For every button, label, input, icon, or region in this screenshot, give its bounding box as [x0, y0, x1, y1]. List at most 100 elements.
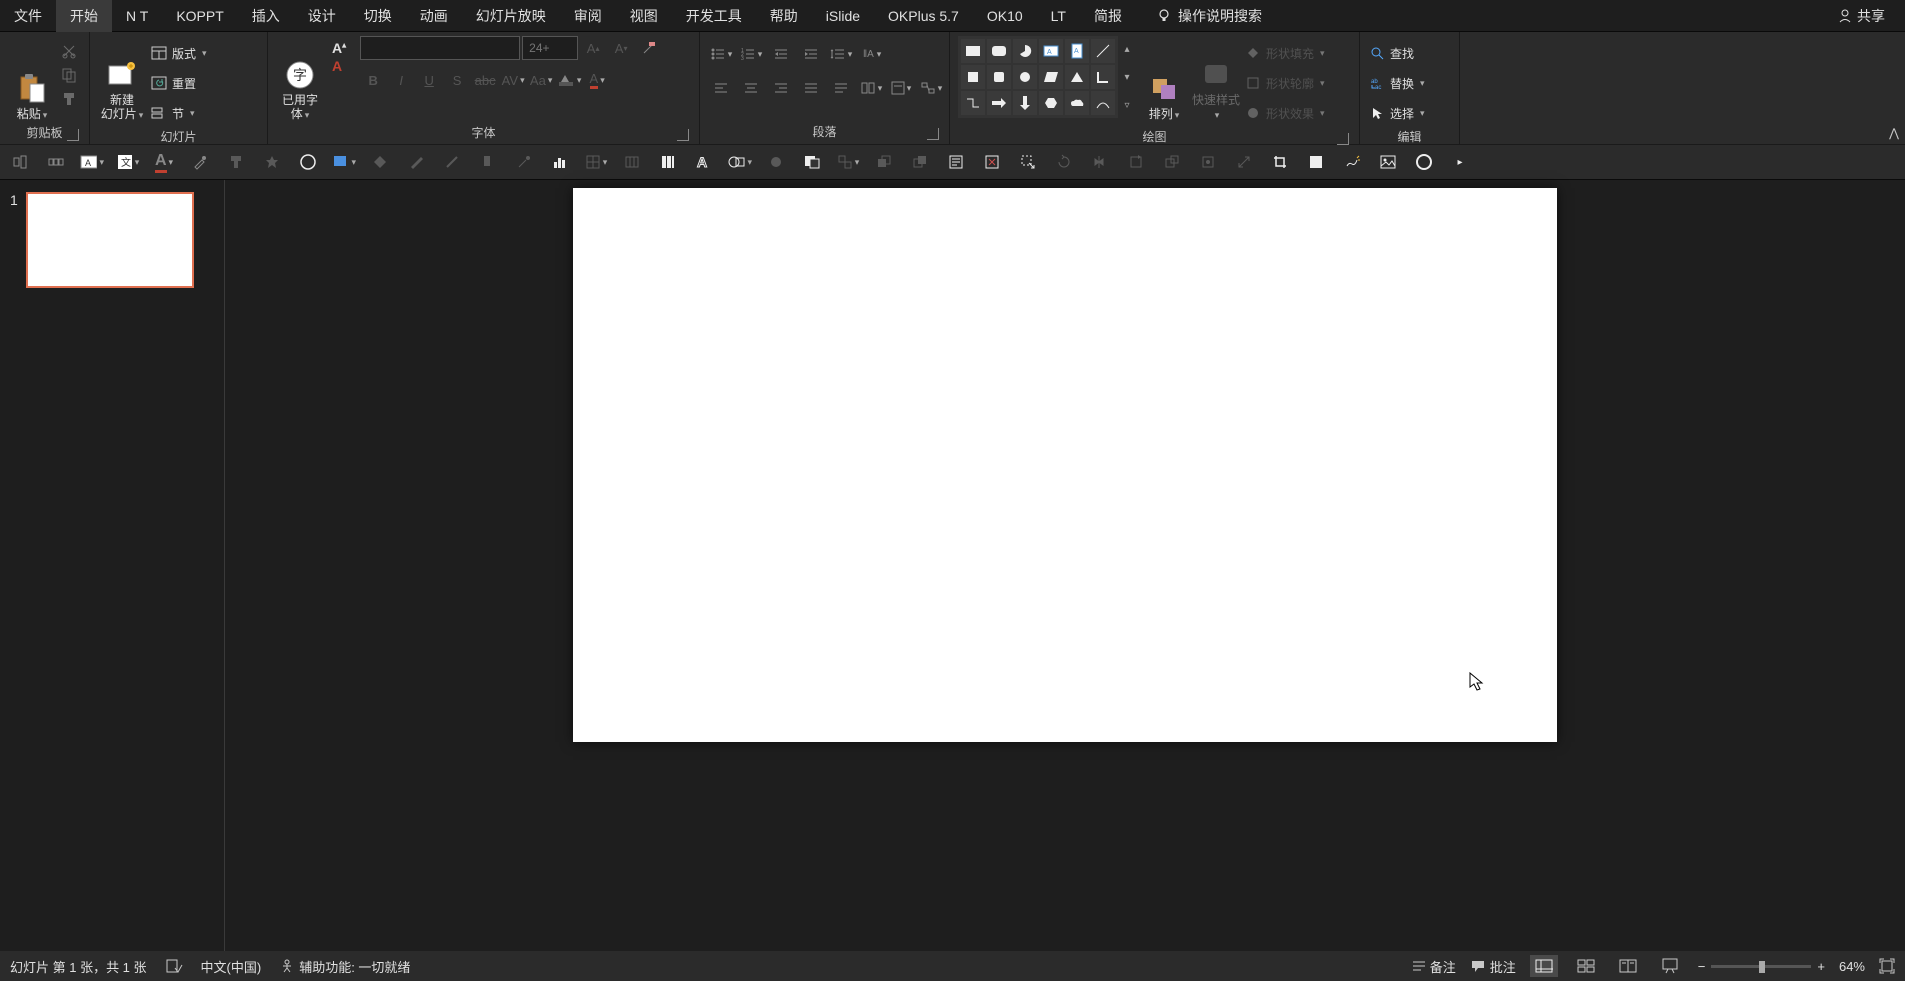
shape-fill-button[interactable]: 形状填充▾ — [1244, 40, 1325, 66]
qat-grid-button[interactable] — [620, 150, 644, 174]
find-button[interactable]: 查找 — [1368, 40, 1414, 66]
qat-rotatecw-button[interactable] — [1124, 150, 1148, 174]
qat-star-button[interactable] — [260, 150, 284, 174]
qat-wordart-button[interactable]: A — [692, 150, 716, 174]
shadow-button[interactable]: S — [444, 68, 470, 92]
collapse-ribbon-button[interactable]: ⋀ — [1889, 126, 1899, 140]
align-right-button[interactable] — [768, 76, 794, 100]
line-spacing-button[interactable]: ▾ — [828, 42, 854, 66]
arrange-button[interactable]: 排列▾ — [1140, 36, 1188, 122]
tab-design[interactable]: 设计 — [294, 0, 350, 32]
shape-line-icon[interactable] — [1091, 39, 1115, 63]
format-painter-button[interactable] — [60, 90, 78, 108]
scroll-expand-icon[interactable]: ▿ — [1118, 92, 1136, 118]
qat-magic-button[interactable] — [1340, 150, 1364, 174]
change-case-button[interactable]: Aa▾ — [528, 68, 554, 92]
new-slide-button[interactable]: 新建 幻灯片▾ — [98, 36, 146, 122]
qat-distribute-button[interactable] — [44, 150, 68, 174]
qat-circle-button[interactable] — [296, 150, 320, 174]
thumbnail-pane[interactable]: 1 — [0, 180, 225, 951]
zoom-level[interactable]: 64% — [1839, 959, 1865, 974]
qat-fillcolor-button[interactable]: ▾ — [332, 150, 356, 174]
shape-hexagon-icon[interactable] — [1039, 91, 1063, 115]
shape-cloud-icon[interactable] — [1065, 91, 1089, 115]
qat-textbox-button[interactable]: A▾ — [80, 150, 104, 174]
drawing-launcher[interactable] — [1337, 133, 1349, 145]
reading-view-button[interactable] — [1614, 955, 1642, 977]
qat-align-button[interactable] — [8, 150, 32, 174]
cut-button[interactable] — [60, 42, 78, 60]
gallery-scroll[interactable]: ▴ ▾ ▿ — [1118, 36, 1136, 118]
slide-thumbnail[interactable] — [26, 192, 194, 288]
fit-window-button[interactable] — [1879, 958, 1895, 974]
tab-file[interactable]: 文件 — [0, 0, 56, 32]
clipboard-launcher[interactable] — [67, 129, 79, 141]
tab-ok10[interactable]: OK10 — [973, 0, 1037, 32]
select-button[interactable]: 选择▾ — [1368, 100, 1425, 126]
font-color-button[interactable]: A▾ — [584, 68, 610, 92]
shape-square-icon[interactable] — [961, 65, 985, 89]
smartart-button[interactable]: ▾ — [918, 76, 944, 100]
bold-button[interactable]: B — [360, 68, 386, 92]
comments-button[interactable]: 批注 — [1470, 957, 1516, 976]
reset-button[interactable]: 重置 — [150, 70, 207, 96]
zoom-out-button[interactable]: − — [1698, 959, 1706, 974]
font-increase-icon[interactable]: A▴ — [332, 40, 346, 56]
qat-brush-button[interactable] — [440, 150, 464, 174]
paragraph-launcher[interactable] — [927, 128, 939, 140]
qat-ring-button[interactable] — [1412, 150, 1436, 174]
slide-counter[interactable]: 幻灯片 第 1 张，共 1 张 — [10, 957, 147, 976]
qat-rotate-button[interactable] — [1052, 150, 1076, 174]
qat-highlighter-button[interactable] — [476, 150, 500, 174]
char-spacing-button[interactable]: AV▾ — [500, 68, 526, 92]
tab-transition[interactable]: 切换 — [350, 0, 406, 32]
shape-pie-icon[interactable] — [1013, 39, 1037, 63]
tab-devtools[interactable]: 开发工具 — [672, 0, 756, 32]
shape-triangle-icon[interactable] — [1065, 65, 1089, 89]
qat-flip-button[interactable] — [1088, 150, 1112, 174]
shape-rounded-icon[interactable] — [987, 39, 1011, 63]
tab-help[interactable]: 帮助 — [756, 0, 812, 32]
qat-resize-button[interactable] — [1232, 150, 1256, 174]
clear-format-button[interactable] — [636, 36, 662, 60]
quick-styles-button[interactable]: 快速样式▾ — [1192, 36, 1240, 122]
shape-rect-icon[interactable] — [961, 39, 985, 63]
qat-crop-button[interactable] — [1268, 150, 1292, 174]
qat-fontcolor-button[interactable]: A▾ — [152, 150, 176, 174]
section-button[interactable]: 节▾ — [150, 100, 207, 126]
qat-sendback-button[interactable] — [908, 150, 932, 174]
shape-outline-button[interactable]: 形状轮廓▾ — [1244, 70, 1325, 96]
shape-rsquare-icon[interactable] — [987, 65, 1011, 89]
notes-button[interactable]: 备注 — [1412, 957, 1456, 976]
tab-nt[interactable]: N T — [112, 0, 162, 32]
shape-downarrow-icon[interactable] — [1013, 91, 1037, 115]
shape-textbox-icon[interactable]: A — [1039, 39, 1063, 63]
qat-shapefill-button[interactable] — [368, 150, 392, 174]
slide-canvas[interactable] — [573, 188, 1557, 742]
language-button[interactable]: 中文(中国) — [201, 957, 262, 976]
tab-insert[interactable]: 插入 — [238, 0, 294, 32]
shape-curve-icon[interactable] — [1091, 91, 1115, 115]
qat-columns-button[interactable] — [656, 150, 680, 174]
qat-chart-button[interactable] — [548, 150, 572, 174]
numbering-button[interactable]: 123▾ — [738, 42, 764, 66]
zoom-in-button[interactable]: + — [1817, 959, 1825, 974]
qat-select-button[interactable] — [1016, 150, 1040, 174]
distribute-button[interactable] — [828, 76, 854, 100]
qat-group-button[interactable]: ▾ — [836, 150, 860, 174]
font-size-input[interactable] — [522, 36, 578, 60]
tab-okplus[interactable]: OKPlus 5.7 — [874, 0, 973, 32]
underline-button[interactable]: U — [416, 68, 442, 92]
qat-fill-button[interactable] — [1304, 150, 1328, 174]
share-button[interactable]: 共享 — [1837, 6, 1885, 26]
zoom-thumb[interactable] — [1759, 961, 1765, 973]
font-launcher[interactable] — [677, 129, 689, 141]
qat-merge-button[interactable] — [800, 150, 824, 174]
qat-bringfront-button[interactable] — [872, 150, 896, 174]
paste-button[interactable]: 粘贴▾ — [8, 36, 56, 122]
shape-l-icon[interactable] — [1091, 65, 1115, 89]
qat-table-button[interactable]: ▾ — [584, 150, 608, 174]
qat-effects-button[interactable] — [764, 150, 788, 174]
qat-dropper2-button[interactable] — [512, 150, 536, 174]
strike-button[interactable]: abc — [472, 68, 498, 92]
